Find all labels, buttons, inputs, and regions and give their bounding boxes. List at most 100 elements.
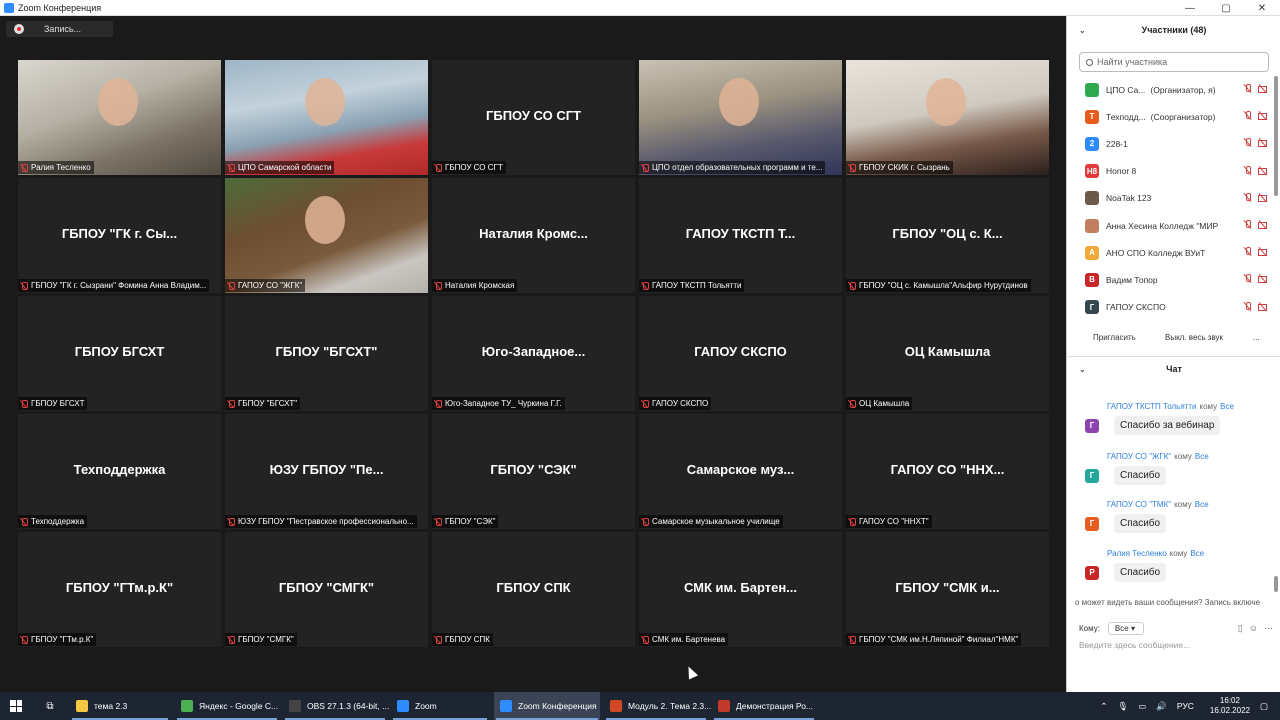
tile-caption-text: ГБПОУ "СМГК" <box>238 635 294 644</box>
taskbar-app[interactable]: тема 2.3 <box>70 692 170 720</box>
video-tile[interactable]: ЦПО Самарской области <box>225 60 428 175</box>
video-tile[interactable]: Юго-Западное... Юго-Западное ТУ_ Чуркина … <box>432 296 635 411</box>
participant-row[interactable]: Анна Хесина Колледж "МИР"... <box>1067 212 1280 239</box>
language-indicator[interactable]: РУС <box>1177 701 1194 711</box>
video-tile[interactable]: СМК им. Бартен... СМК им. Бартенева <box>639 532 842 647</box>
tile-caption: ГАПОУ ТКСТП Тольятти <box>639 279 745 292</box>
chat-notice: о может видеть ваши сообщения? Запись вк… <box>1075 598 1261 607</box>
tile-display-name: ГБПОУ "ГК г. Сы... <box>61 226 178 241</box>
taskbar-app[interactable]: OBS 27.1.3 (64-bit, ... <box>283 692 389 720</box>
tile-caption-text: ЦПО отдел образовательных программ и те.… <box>652 163 823 172</box>
start-button[interactable] <box>0 692 32 720</box>
chat-scrollbar[interactable] <box>1274 576 1278 592</box>
video-tile[interactable]: ЦПО отдел образовательных программ и те.… <box>639 60 842 175</box>
camera-off-icon <box>1258 302 1267 311</box>
battery-icon[interactable]: ▭ <box>1138 701 1146 712</box>
minimize-icon[interactable]: — <box>1172 0 1208 16</box>
video-tile[interactable]: ГАПОУ СО "ЖГК" <box>225 178 428 293</box>
video-tile[interactable]: ГБПОУ "СЭК" ГБПОУ "СЭК" <box>432 414 635 529</box>
more-icon[interactable]: ⋯ <box>1264 623 1273 634</box>
avatar: Г <box>1085 300 1099 315</box>
video-tile[interactable]: ОЦ Камышла ОЦ Камышла <box>846 296 1049 411</box>
chevron-down-icon[interactable]: ⌄ <box>1079 26 1086 35</box>
tile-caption: ГБПОУ БГСХТ <box>18 397 88 410</box>
close-icon[interactable]: ✕ <box>1244 0 1280 16</box>
chat-sender[interactable]: ГАПОУ ТКСТП Тольятти <box>1107 402 1196 411</box>
chat-recipient-row: Кому: Все ▾ ▯ ☺ ⋯ <box>1079 620 1275 636</box>
avatar <box>1085 218 1099 233</box>
video-tile[interactable]: ГАПОУ ТКСТП Т... ГАПОУ ТКСТП Тольятти <box>639 178 842 293</box>
participant-row[interactable]: 2 228-1 <box>1067 130 1280 157</box>
participant-scrollbar[interactable] <box>1274 76 1278 196</box>
participant-row[interactable]: H8 Honor 8 <box>1067 158 1280 185</box>
notifications-icon[interactable]: ▢ <box>1260 701 1268 712</box>
recipient-select[interactable]: Все ▾ <box>1107 621 1144 635</box>
muted-mic-icon <box>228 281 235 290</box>
participant-row[interactable]: Г ГАПОУ СКСПО <box>1067 294 1280 321</box>
participant-search-input[interactable]: Найти участника <box>1079 52 1269 72</box>
video-tile[interactable]: ГБПОУ СКИК г. Сызрань <box>846 60 1049 175</box>
volume-icon[interactable]: 🔊 <box>1156 701 1167 712</box>
taskbar: ⧉ тема 2.3 Яндекс - Google C... OBS 27.1.3… <box>0 692 1280 720</box>
chat-sender[interactable]: ГАПОУ СО "ЖГК" <box>1107 452 1171 461</box>
chevron-up-icon[interactable]: ⌃ <box>1100 701 1107 712</box>
video-tile[interactable]: ГАПОУ СО "ННХ... ГАПОУ СО "ННХТ" <box>846 414 1049 529</box>
video-tile[interactable]: ЮЗУ ГБПОУ "Пе... ЮЗУ ГБПОУ "Пестравское п… <box>225 414 428 529</box>
taskbar-app[interactable]: Демонстрация Ро... <box>712 692 816 720</box>
video-tile[interactable]: ГБПОУ "ОЦ с. К... ГБПОУ "ОЦ с. Камышла"Ал… <box>846 178 1049 293</box>
tile-caption-text: СМК им. Бартенева <box>652 635 726 644</box>
taskbar-app[interactable]: Zoom Конференция <box>494 692 600 720</box>
participant-row[interactable]: А АНО СПО Колледж ВУиТ <box>1067 239 1280 266</box>
tile-display-name: СМК им. Бартен... <box>683 580 798 595</box>
participant-name: ЦПО Са... <box>1106 84 1146 95</box>
muted-mic-icon <box>1243 138 1252 147</box>
chat-input[interactable]: Введите здесь сообщение... <box>1079 640 1190 650</box>
chat-to-label: кому <box>1169 549 1188 558</box>
taskbar-app[interactable]: Яндекс - Google C... <box>175 692 279 720</box>
participant-row[interactable]: NoaTak 123 <box>1067 185 1280 212</box>
participant-row[interactable]: T Техподд... (Соорганизатор) <box>1067 103 1280 130</box>
emoji-icon[interactable]: ☺ <box>1249 623 1258 634</box>
clock[interactable]: 16:02 16.02.2022 <box>1210 696 1250 716</box>
video-tile[interactable]: Техподдержка Техподдержка <box>18 414 221 529</box>
video-tile[interactable]: ГБПОУ "ГК г. Сы... ГБПОУ "ГК г. Сызрани" … <box>18 178 221 293</box>
video-tile[interactable]: ГБПОУ "СМГК" ГБПОУ "СМГК" <box>225 532 428 647</box>
video-tile[interactable]: ГБПОУ "БГСХТ" ГБПОУ "БГСХТ" <box>225 296 428 411</box>
more-button[interactable]: ... <box>1247 329 1266 345</box>
microphone-icon[interactable]: 🎙 <box>1117 701 1128 712</box>
recording-indicator[interactable]: Запись... <box>6 21 113 37</box>
taskbar-app[interactable]: Zoom <box>391 692 489 720</box>
participant-name: Honor 8 <box>1106 166 1137 177</box>
video-tile[interactable]: ГБПОУ БГСХТ ГБПОУ БГСХТ <box>18 296 221 411</box>
taskbar-app[interactable]: Модуль 2. Тема 2.3... <box>604 692 711 720</box>
file-icon[interactable]: ▯ <box>1238 623 1243 634</box>
tile-display-name: ГБПОУ "ГТм.р.К" <box>65 580 174 595</box>
video-tile[interactable]: ГАПОУ СКСПО ГАПОУ СКСПО <box>639 296 842 411</box>
tile-display-name: ГБПОУ "СЭК" <box>490 462 577 477</box>
tile-caption: ОЦ Камышла <box>846 397 913 410</box>
chat-sender[interactable]: ГАПОУ СО "ТМК" <box>1107 500 1171 509</box>
record-icon <box>14 24 24 34</box>
participant-row[interactable]: ЦПО Са... (Организатор, я) <box>1067 76 1280 103</box>
task-view-icon[interactable]: ⧉ <box>36 692 64 720</box>
video-tile[interactable]: ГБПОУ СО СГТ ГБПОУ СО СГТ <box>432 60 635 175</box>
tile-display-name: ГБПОУ СО СГТ <box>485 108 582 123</box>
video-tile[interactable]: Наталия Кромс... Наталия Кромская <box>432 178 635 293</box>
chat-sender[interactable]: Ралия Тесленко <box>1107 549 1167 558</box>
window-controls: — ▢ ✕ <box>1172 0 1280 16</box>
participant-name: АНО СПО Колледж ВУиТ <box>1106 247 1206 258</box>
maximize-icon[interactable]: ▢ <box>1208 0 1244 16</box>
video-tile[interactable]: ГБПОУ СПК ГБПОУ СПК <box>432 532 635 647</box>
muted-mic-icon <box>849 163 856 172</box>
mute-all-button[interactable]: Выкл. весь звук <box>1159 329 1229 345</box>
video-tile[interactable]: Самарское муз... Самарское музыкальное уч… <box>639 414 842 529</box>
muted-mic-icon <box>21 635 28 644</box>
muted-mic-icon <box>642 635 649 644</box>
participant-row[interactable]: В Вадим Топор <box>1067 266 1280 293</box>
invite-button[interactable]: Пригласить <box>1087 329 1142 345</box>
chevron-down-icon[interactable]: ⌄ <box>1079 365 1086 374</box>
video-tile[interactable]: Ралия Тесленко <box>18 60 221 175</box>
participant-name: Вадим Топор <box>1106 274 1158 285</box>
video-tile[interactable]: ГБПОУ "СМК и... ГБПОУ "СМК им.Н.Ляпиной" … <box>846 532 1049 647</box>
video-tile[interactable]: ГБПОУ "ГТм.р.К" ГБПОУ "ГТм.р.К" <box>18 532 221 647</box>
